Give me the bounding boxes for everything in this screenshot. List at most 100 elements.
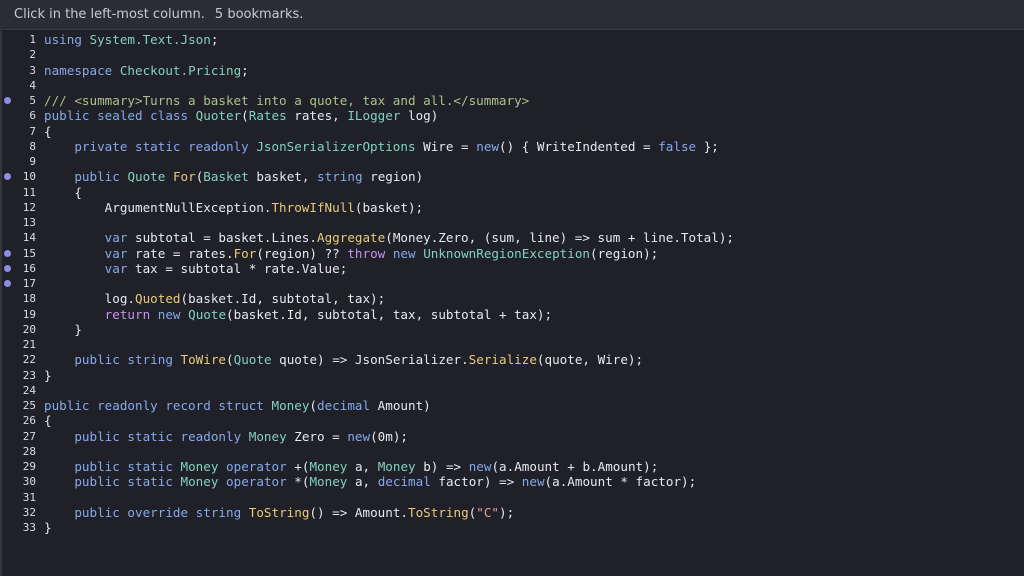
line-number[interactable]: 7: [12, 124, 36, 139]
code-line[interactable]: 21: [0, 337, 1024, 352]
bookmark-icon[interactable]: [4, 249, 11, 257]
line-number[interactable]: 30: [12, 474, 36, 489]
line-number[interactable]: 19: [12, 307, 36, 322]
bookmark-icon[interactable]: [4, 280, 11, 287]
code-line[interactable]: 6 public sealed class Quoter(Rates rates,…: [0, 108, 1024, 123]
line-number[interactable]: 23: [12, 368, 36, 383]
line-number[interactable]: 33: [12, 520, 36, 535]
code-text[interactable]: }: [44, 520, 52, 535]
line-number[interactable]: 2: [12, 47, 36, 62]
code-line[interactable]: 20 }: [0, 322, 1024, 337]
code-line[interactable]: 12 ArgumentNullException.ThrowIfNull(bas…: [0, 200, 1024, 215]
line-number[interactable]: 15: [12, 246, 36, 261]
code-line[interactable]: 33}: [0, 520, 1024, 535]
code-line[interactable]: 1 using System.Text.Json;: [0, 32, 1024, 47]
code-text[interactable]: log.Quoted(basket.Id, subtotal, tax);: [44, 291, 386, 306]
line-number[interactable]: 3: [12, 63, 36, 78]
code-line[interactable]: 16 var tax = subtotal * rate.Value;: [0, 261, 1024, 276]
code-line[interactable]: 17: [0, 276, 1024, 291]
code-line[interactable]: 11 {: [0, 185, 1024, 200]
line-number[interactable]: 28: [12, 444, 36, 459]
code-line[interactable]: 22 public string ToWire(Quote quote) => …: [0, 352, 1024, 367]
code-text[interactable]: return new Quote(basket.Id, subtotal, ta…: [44, 307, 552, 322]
code-text[interactable]: namespace Checkout.Pricing;: [44, 63, 249, 78]
line-number[interactable]: 14: [12, 230, 36, 245]
code-editor[interactable]: 1 using System.Text.Json; 2 3 namespace Chec…: [0, 31, 1024, 576]
line-number[interactable]: 20: [12, 322, 36, 337]
line-number[interactable]: 32: [12, 505, 36, 520]
code-text[interactable]: var rate = rates.For(region) ?? throw ne…: [44, 246, 659, 261]
code-text[interactable]: public static Money operator +(Money a, …: [44, 459, 658, 474]
code-text[interactable]: public static Money operator *(Money a, …: [44, 474, 696, 489]
code-line[interactable]: 10 public Quote For(Basket basket, strin…: [0, 169, 1024, 184]
code-text[interactable]: public static readonly Money Zero = new(…: [44, 429, 408, 444]
line-number[interactable]: 29: [12, 459, 36, 474]
code-line[interactable]: 19 return new Quote(basket.Id, subtotal,…: [0, 307, 1024, 322]
code-line[interactable]: 15 var rate = rates.For(region) ?? throw…: [0, 246, 1024, 261]
code-text[interactable]: using System.Text.Json;: [44, 32, 218, 47]
code-token: +(: [286, 459, 310, 474]
code-line[interactable]: 3 namespace Checkout.Pricing;: [0, 63, 1024, 78]
code-line[interactable]: 27 public static readonly Money Zero = n…: [0, 429, 1024, 444]
line-number[interactable]: 18: [12, 291, 36, 306]
code-line[interactable]: 24: [0, 383, 1024, 398]
code-line[interactable]: 9: [0, 154, 1024, 169]
code-line[interactable]: 7{: [0, 124, 1024, 139]
code-text[interactable]: public override string ToString() => Amo…: [44, 505, 514, 520]
code-text[interactable]: public readonly record struct Money(deci…: [44, 398, 431, 413]
code-line[interactable]: 25 public readonly record struct Money(de…: [0, 398, 1024, 413]
line-number[interactable]: 31: [12, 490, 36, 505]
code-line[interactable]: 23}: [0, 368, 1024, 383]
code-text[interactable]: public sealed class Quoter(Rates rates, …: [44, 108, 438, 123]
line-number[interactable]: 26: [12, 413, 36, 428]
code-line[interactable]: 4: [0, 78, 1024, 93]
code-token: log): [400, 108, 439, 124]
line-number[interactable]: 11: [12, 185, 36, 200]
code-text[interactable]: {: [44, 185, 82, 200]
line-number[interactable]: 9: [12, 154, 36, 169]
line-number[interactable]: 17: [12, 276, 36, 291]
line-number[interactable]: 25: [12, 398, 36, 413]
code-token: ToString: [248, 504, 310, 520]
line-number[interactable]: 27: [12, 429, 36, 444]
code-line[interactable]: 32 public override string ToString() => …: [0, 505, 1024, 520]
code-text[interactable]: /// <summary>Turns a basket into a quote…: [44, 93, 529, 108]
code-line[interactable]: 28: [0, 444, 1024, 459]
code-text[interactable]: {: [44, 413, 52, 428]
code-line[interactable]: 14 var subtotal = basket.Lines.Aggregate…: [0, 230, 1024, 245]
code-text[interactable]: public Quote For(Basket basket, string r…: [44, 169, 423, 184]
code-text[interactable]: {: [44, 124, 52, 139]
code-text[interactable]: }: [44, 368, 52, 383]
code-line[interactable]: 30 public static Money operator *(Money …: [0, 474, 1024, 489]
code-line[interactable]: 31: [0, 490, 1024, 505]
line-number[interactable]: 12: [12, 200, 36, 215]
code-line[interactable]: 29 public static Money operator +(Money …: [0, 459, 1024, 474]
code-text[interactable]: }: [44, 322, 82, 337]
line-number[interactable]: 24: [12, 383, 36, 398]
code-line[interactable]: 5 /// <summary>Turns a basket into a quot…: [0, 93, 1024, 108]
line-number[interactable]: 10: [12, 169, 36, 184]
code-text[interactable]: var tax = subtotal * rate.Value;: [44, 261, 348, 276]
bookmark-icon[interactable]: [4, 173, 11, 181]
bookmark-icon[interactable]: [4, 264, 11, 272]
code-line[interactable]: 18 log.Quoted(basket.Id, subtotal, tax);: [0, 291, 1024, 306]
line-number[interactable]: 6: [12, 108, 36, 123]
code-line[interactable]: 26 {: [0, 413, 1024, 428]
line-number[interactable]: 4: [12, 78, 36, 93]
line-number[interactable]: 8: [12, 139, 36, 154]
code-text[interactable]: var subtotal = basket.Lines.Aggregate(Mo…: [44, 230, 734, 245]
code-line[interactable]: 13: [0, 215, 1024, 230]
code-text[interactable]: private static readonly JsonSerializerOp…: [44, 139, 719, 154]
line-number[interactable]: 1: [12, 32, 36, 47]
line-number[interactable]: 16: [12, 261, 36, 276]
code-text[interactable]: public string ToWire(Quote quote) => Jso…: [44, 352, 643, 367]
bookmark-icon[interactable]: [4, 97, 11, 104]
code-line[interactable]: 8 private static readonly JsonSerializer…: [0, 139, 1024, 154]
line-number[interactable]: 21: [12, 337, 36, 352]
line-number[interactable]: 13: [12, 215, 36, 230]
line-number[interactable]: 5: [12, 93, 36, 108]
code-line[interactable]: 2: [0, 47, 1024, 62]
line-number[interactable]: 22: [12, 352, 36, 367]
code-text[interactable]: ArgumentNullException.ThrowIfNull(basket…: [44, 200, 423, 215]
